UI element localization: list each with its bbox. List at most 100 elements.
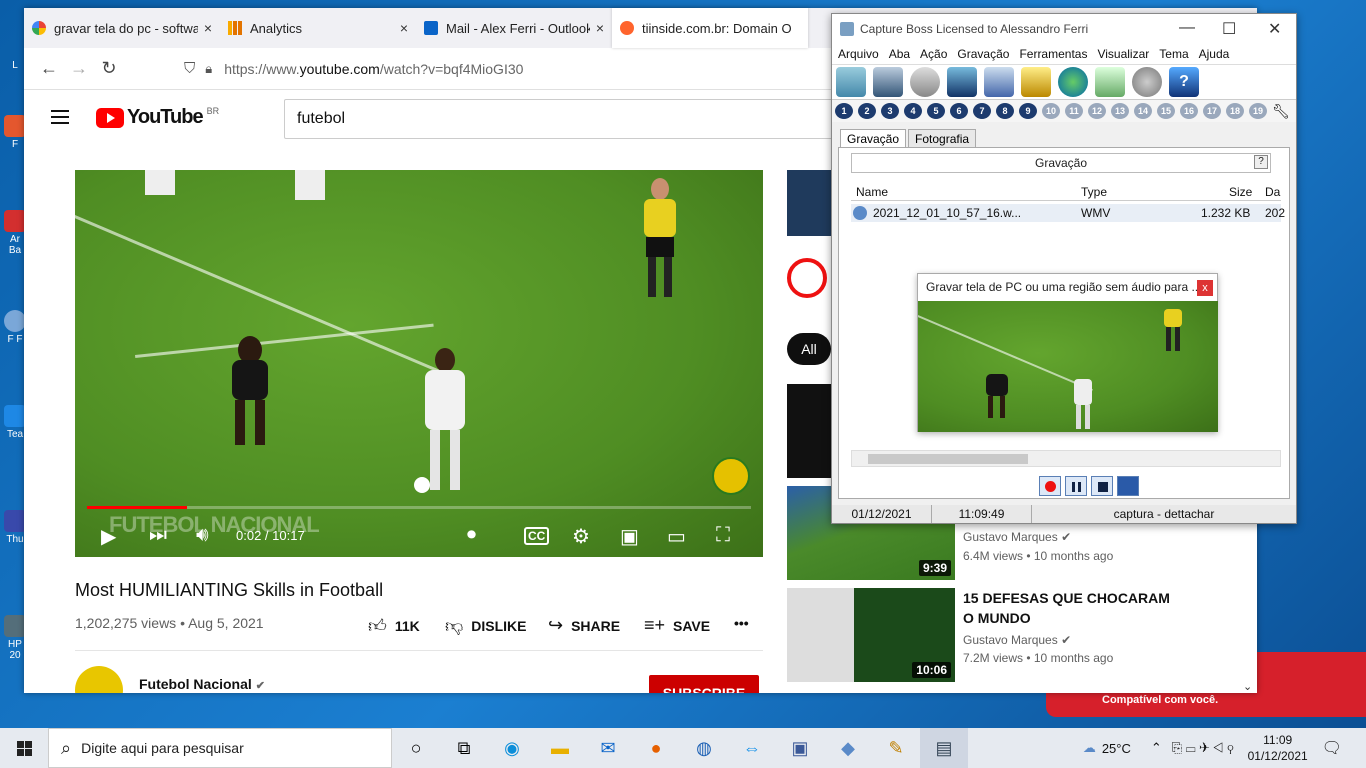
- start-button[interactable]: [0, 728, 48, 768]
- app-icon[interactable]: ◆: [824, 728, 872, 768]
- desktop-icon[interactable]: HP 20: [4, 615, 26, 661]
- browser-tab[interactable]: Analytics ×: [220, 8, 416, 48]
- menu-ferramentas[interactable]: Ferramentas: [1019, 44, 1087, 64]
- url-bar[interactable]: https://www.youtube.com/watch?v=bqf4MioG…: [224, 61, 523, 77]
- mail-icon[interactable]: ✉: [584, 728, 632, 768]
- firefox-icon[interactable]: ●: [632, 728, 680, 768]
- region-icon[interactable]: [984, 67, 1014, 97]
- webcam-icon[interactable]: [910, 67, 940, 97]
- app-icon[interactable]: ▣: [776, 728, 824, 768]
- back-icon[interactable]: ←: [34, 58, 64, 79]
- theater-icon[interactable]: ▭: [667, 524, 686, 549]
- channel-name[interactable]: Futebol Nacional ✔: [139, 676, 265, 692]
- related-title[interactable]: 15 DEFESAS QUE CHOCARAM O MUNDO: [963, 588, 1183, 628]
- desktop-icon[interactable]: F: [4, 115, 26, 150]
- preset-6-button[interactable]: 6: [950, 103, 968, 119]
- close-icon[interactable]: ×: [400, 20, 408, 36]
- related-channel[interactable]: Gustavo Marques ✔: [963, 530, 1071, 544]
- cortana-icon[interactable]: ○: [392, 728, 440, 768]
- file-explorer-icon[interactable]: ▬: [536, 728, 584, 768]
- settings-wrench-button[interactable]: [1117, 476, 1139, 496]
- desktop-icon[interactable]: L: [4, 60, 26, 71]
- preset-16-button[interactable]: 16: [1180, 103, 1198, 119]
- menu-gravacao[interactable]: Gravação: [957, 44, 1009, 64]
- avatar[interactable]: [75, 666, 123, 693]
- youtube-logo[interactable]: YouTube BR: [96, 106, 219, 129]
- preset-9-button[interactable]: 9: [1019, 103, 1037, 119]
- col-name[interactable]: Name: [856, 185, 888, 199]
- email-icon[interactable]: [1021, 67, 1051, 97]
- shield-icon[interactable]: ⛉: [184, 60, 195, 77]
- share-button[interactable]: ↪ SHARE: [548, 615, 620, 636]
- pause-button[interactable]: [1065, 476, 1087, 496]
- list-item[interactable]: 2021_12_01_10_57_16.w... WMV 1.232 KB 20…: [851, 204, 1285, 222]
- help-icon[interactable]: ?: [1169, 67, 1199, 97]
- dislike-button[interactable]: 👎︎ DISLIKE: [445, 615, 527, 637]
- search-input[interactable]: futebol: [284, 99, 844, 139]
- preset-1-button[interactable]: 1: [835, 103, 853, 119]
- preset-18-button[interactable]: 18: [1226, 103, 1244, 119]
- help-button[interactable]: ?: [1254, 155, 1268, 169]
- minimize-icon[interactable]: —: [1179, 19, 1195, 37]
- menu-acao[interactable]: Ação: [920, 44, 947, 64]
- close-icon[interactable]: ×: [596, 20, 604, 36]
- forward-icon[interactable]: →: [64, 58, 94, 79]
- taskbar-search[interactable]: ⌕ Digite aqui para pesquisar: [48, 728, 392, 768]
- weather-icon[interactable]: ☁: [1083, 740, 1096, 756]
- task-view-icon[interactable]: ⧉: [440, 728, 488, 768]
- fullscreen-icon[interactable]: ⛶: [716, 524, 730, 547]
- preset-19-button[interactable]: 19: [1249, 103, 1267, 119]
- browser-tab[interactable]: Mail - Alex Ferri - Outlook ×: [416, 8, 612, 48]
- preset-2-button[interactable]: 2: [858, 103, 876, 119]
- globe-icon[interactable]: [1058, 67, 1088, 97]
- twilio-icon[interactable]: [787, 258, 827, 298]
- stop-button[interactable]: [1091, 476, 1113, 496]
- captions-icon[interactable]: CC: [524, 527, 550, 545]
- menu-visualizar[interactable]: Visualizar: [1097, 44, 1149, 64]
- browser-tab[interactable]: gravar tela do pc - softwar ×: [24, 8, 220, 48]
- volume-icon[interactable]: 🔊︎: [196, 524, 209, 547]
- book-icon[interactable]: [1095, 67, 1125, 97]
- preset-3-button[interactable]: 3: [881, 103, 899, 119]
- gear-icon[interactable]: [1132, 67, 1162, 97]
- next-icon[interactable]: ⏭︎: [149, 524, 167, 547]
- preset-4-button[interactable]: 4: [904, 103, 922, 119]
- preset-13-button[interactable]: 13: [1111, 103, 1129, 119]
- col-type[interactable]: Type: [1081, 185, 1107, 199]
- col-date[interactable]: Da: [1265, 185, 1280, 199]
- col-size[interactable]: Size: [1229, 185, 1252, 199]
- horizontal-scrollbar[interactable]: [851, 450, 1281, 467]
- teamviewer-icon[interactable]: ⇔: [728, 728, 776, 768]
- preset-8-button[interactable]: 8: [996, 103, 1014, 119]
- scroll-thumb[interactable]: [868, 454, 1028, 464]
- reload-icon[interactable]: ↻: [94, 58, 124, 79]
- desktop-icon[interactable]: Ar Ba: [4, 210, 26, 256]
- windows-icon[interactable]: [947, 67, 977, 97]
- notification-icon[interactable]: 🗨︎: [1322, 738, 1342, 758]
- save-button[interactable]: ≡+ SAVE: [644, 615, 710, 636]
- edge-icon[interactable]: ◉: [488, 728, 536, 768]
- play-icon[interactable]: ▶: [101, 524, 116, 549]
- tab-gravacao[interactable]: Gravação: [840, 129, 907, 148]
- preset-14-button[interactable]: 14: [1134, 103, 1152, 119]
- clock[interactable]: 11:09 01/12/2021: [1248, 732, 1308, 764]
- desktop-icon[interactable]: F F: [4, 310, 26, 345]
- weather-temp[interactable]: 25°C: [1102, 741, 1131, 756]
- video-player[interactable]: FUTEBOL NACIONAL ▶ ⏭︎ 🔊︎ 0:02 / 10:17 ⏺︎…: [75, 170, 763, 557]
- close-button[interactable]: x: [1197, 280, 1213, 296]
- close-icon[interactable]: ×: [204, 20, 212, 36]
- preset-12-button[interactable]: 12: [1088, 103, 1106, 119]
- menu-arquivo[interactable]: Arquivo: [838, 44, 879, 64]
- record-screen-icon[interactable]: [836, 67, 866, 97]
- preset-17-button[interactable]: 17: [1203, 103, 1221, 119]
- video-thumbnail[interactable]: 10:06: [787, 588, 955, 682]
- preset-7-button[interactable]: 7: [973, 103, 991, 119]
- preset-11-button[interactable]: 11: [1065, 103, 1083, 119]
- close-icon[interactable]: ✕: [1268, 19, 1281, 39]
- tray-icons[interactable]: ⎘ ▭ ✈ ◁ ⚲: [1172, 740, 1234, 756]
- film-icon[interactable]: [873, 67, 903, 97]
- paint-icon[interactable]: ✎: [872, 728, 920, 768]
- menu-tema[interactable]: Tema: [1159, 44, 1188, 64]
- desktop-icon[interactable]: Tea: [4, 405, 26, 440]
- related-channel[interactable]: Gustavo Marques ✔: [963, 633, 1071, 647]
